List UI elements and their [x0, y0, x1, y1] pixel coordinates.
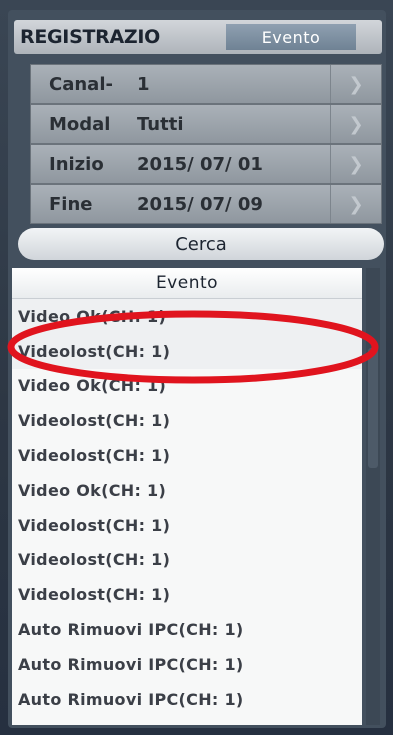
scrollbar[interactable]	[366, 268, 380, 725]
list-item[interactable]: Video Ok(CH: 1)	[12, 369, 362, 404]
filter-label: Inizio	[49, 153, 104, 175]
chevron-right-icon[interactable]: ❯	[330, 65, 381, 103]
chevron-right-icon[interactable]: ❯	[330, 105, 381, 143]
list-item[interactable]: Auto Rimuovi IPC(CH: 1)	[12, 612, 362, 647]
filter-value: Tutti	[137, 113, 184, 135]
tab-evento[interactable]: Evento	[226, 24, 356, 50]
list-item[interactable]: Auto Rimuovi IPC(CH: 1)	[12, 682, 362, 717]
event-list: Evento Video Ok(CH: 1) Videolost(CH: 1) …	[12, 268, 362, 725]
scrollbar-thumb[interactable]	[368, 348, 378, 468]
list-item[interactable]: Videolost(CH: 1)	[12, 577, 362, 612]
chevron-right-icon[interactable]: ❯	[330, 145, 381, 183]
filter-start-date[interactable]: Inizio 2015/ 07/ 01 ❯	[30, 144, 382, 184]
filter-value: 2015/ 07/ 09	[137, 193, 263, 215]
dvr-screen: REGISTRAZIO Evento Canal- 1 ❯ Modal Tutt…	[0, 0, 393, 735]
filter-end-date[interactable]: Fine 2015/ 07/ 09 ❯	[30, 184, 382, 224]
event-list-header: Evento	[12, 268, 362, 299]
list-item[interactable]: Video Ok(CH: 1)	[12, 473, 362, 508]
filter-mode[interactable]: Modal Tutti ❯	[30, 104, 382, 144]
filter-label: Canal-	[49, 73, 113, 95]
list-item[interactable]: Videolost(CH: 1)	[12, 508, 362, 543]
event-rows: Video Ok(CH: 1) Videolost(CH: 1) Video O…	[12, 299, 362, 717]
list-item[interactable]: Videolost(CH: 1)	[12, 438, 362, 473]
chevron-right-icon[interactable]: ❯	[330, 185, 381, 223]
filter-label: Fine	[49, 193, 93, 215]
title-bar: REGISTRAZIO Evento	[14, 20, 382, 54]
filter-value: 1	[137, 73, 150, 95]
search-button[interactable]: Cerca	[18, 228, 384, 260]
filter-channel[interactable]: Canal- 1 ❯	[30, 64, 382, 104]
filter-label: Modal	[49, 113, 111, 135]
list-item[interactable]: Video Ok(CH: 1)	[12, 299, 362, 334]
list-item[interactable]: Videolost(CH: 1)	[12, 543, 362, 578]
list-item[interactable]: Auto Rimuovi IPC(CH: 1)	[12, 647, 362, 682]
list-item[interactable]: Videolost(CH: 1)	[12, 333, 362, 369]
window-title: REGISTRAZIO	[20, 26, 160, 48]
filter-value: 2015/ 07/ 01	[137, 153, 263, 175]
list-item[interactable]: Videolost(CH: 1)	[12, 403, 362, 438]
